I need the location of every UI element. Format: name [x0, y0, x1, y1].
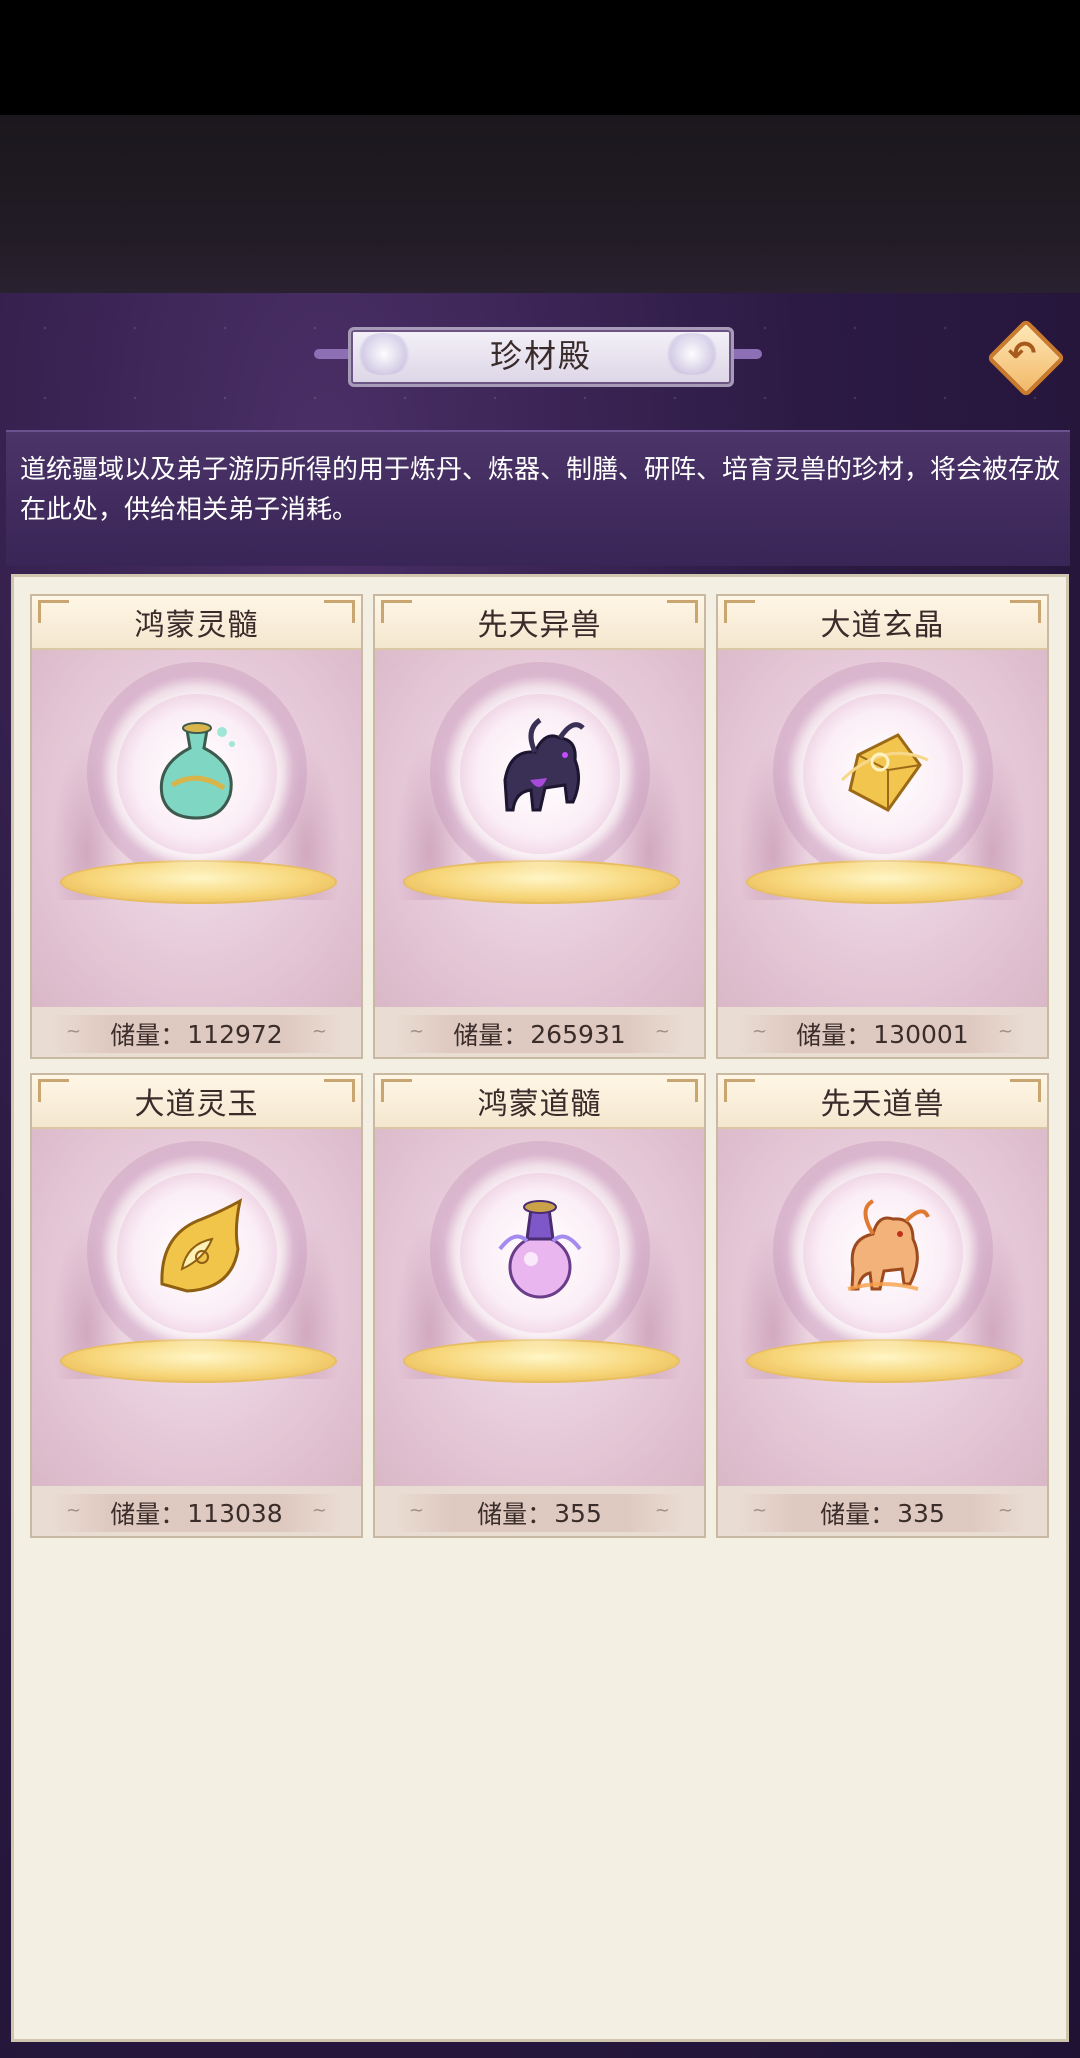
material-name: 先天道兽	[820, 1087, 945, 1122]
shadow-beast-icon	[503, 717, 585, 812]
page-title: 珍材殿	[489, 337, 592, 375]
description-box: 道统疆域以及弟子游历所得的用于炼丹、炼器、制膳、研阵、培育灵兽的珍材，将会被存放…	[6, 430, 1070, 566]
screen: 珍材殿 ↶ 道统疆域以及弟子游历所得的用于炼丹、炼器、制膳、研阵、培育灵兽的珍材…	[0, 0, 1080, 2058]
pedestal-top	[746, 860, 1023, 904]
stock-amount: 113038	[187, 1498, 283, 1528]
stock-amount: 335	[897, 1498, 945, 1528]
material-name: 鸿蒙道髓	[477, 1087, 602, 1122]
card-header: 先天异兽	[375, 596, 704, 650]
stock-display: 储量： 113038	[52, 1494, 341, 1532]
pedestal	[60, 860, 337, 918]
card-header: 大道玄晶	[718, 596, 1047, 650]
pedestal	[403, 860, 680, 918]
top-dark-area	[0, 115, 1080, 394]
card-footer: 储量： 112972 ~ ~	[32, 1007, 361, 1057]
cloud-ornament-icon: ~	[409, 1021, 425, 1042]
pedestal	[746, 860, 1023, 918]
back-button[interactable]: ↶	[986, 318, 1066, 398]
material-name: 先天异兽	[477, 608, 602, 643]
card-header: 先天道兽	[718, 1075, 1047, 1129]
cloud-ornament-icon: ~	[66, 1021, 82, 1042]
cloud-ornament-icon: ~	[311, 1500, 327, 1521]
spirit-essence-vase-icon	[159, 722, 235, 820]
stock-amount: 355	[554, 1498, 602, 1528]
stock-display: 储量： 355	[395, 1494, 684, 1532]
pedestal-top	[403, 860, 680, 904]
cloud-ornament-icon: ~	[654, 1500, 670, 1521]
stock-label: 储量：	[110, 1021, 186, 1050]
back-arrow-icon: ↶	[1007, 334, 1037, 374]
stock-display: 储量： 335	[738, 1494, 1027, 1532]
card-footer: 储量： 113038 ~ ~	[32, 1486, 361, 1536]
card-body	[375, 650, 704, 1007]
material-card[interactable]: 大道灵玉 储量： 113038 ~ ~	[30, 1073, 363, 1538]
material-card[interactable]: 鸿蒙道髓 储量： 355 ~ ~	[373, 1073, 706, 1538]
stock-label: 储量：	[796, 1021, 872, 1050]
flame-beast-icon	[847, 1199, 930, 1291]
stock-display: 储量： 265931	[395, 1015, 684, 1053]
stock-amount: 112972	[187, 1019, 283, 1049]
cloud-ornament-icon: ~	[752, 1500, 768, 1521]
stock-label: 储量：	[453, 1021, 529, 1050]
pedestal-top	[746, 1339, 1023, 1383]
cloud-ornament-icon: ~	[752, 1021, 768, 1042]
cloud-ornament-icon: ~	[66, 1500, 82, 1521]
stock-label: 储量：	[110, 1500, 186, 1529]
card-header: 鸿蒙道髓	[375, 1075, 704, 1129]
cloud-ornament-icon: ~	[409, 1500, 425, 1521]
cloud-ornament-icon: ~	[311, 1021, 327, 1042]
pedestal-top	[60, 860, 337, 904]
pedestal	[60, 1339, 337, 1397]
pedestal-top	[403, 1339, 680, 1383]
card-header: 大道灵玉	[32, 1075, 361, 1129]
card-body	[32, 650, 361, 1007]
material-card[interactable]: 先天异兽 储量： 265931 ~ ~	[373, 594, 706, 1059]
material-card[interactable]: 先天道兽 储量： 335 ~ ~	[716, 1073, 1049, 1538]
description-text: 道统疆域以及弟子游历所得的用于炼丹、炼器、制膳、研阵、培育灵兽的珍材，将会被存放…	[20, 455, 1061, 525]
cloud-ornament-icon: ~	[997, 1021, 1013, 1042]
card-footer: 储量： 335 ~ ~	[718, 1486, 1047, 1536]
stock-label: 储量：	[477, 1500, 553, 1529]
card-footer: 储量： 130001 ~ ~	[718, 1007, 1047, 1057]
pedestal	[403, 1339, 680, 1397]
cloud-ornament-icon: ~	[997, 1500, 1013, 1521]
material-name: 鸿蒙灵髓	[134, 608, 259, 643]
cloud-ornament-icon: ~	[654, 1021, 670, 1042]
golden-jade-icon	[160, 1198, 243, 1293]
material-name: 大道玄晶	[820, 608, 945, 643]
material-card[interactable]: 大道玄晶 储量： 130001 ~ ~	[716, 594, 1049, 1059]
materials-panel: 鸿蒙灵髓 储量： 112972 ~ ~ 先天异兽 储量： 265931 ~ ~ …	[11, 574, 1069, 2042]
card-body	[32, 1129, 361, 1486]
card-footer: 储量： 355 ~ ~	[375, 1486, 704, 1536]
card-header: 鸿蒙灵髓	[32, 596, 361, 650]
card-body	[718, 1129, 1047, 1486]
golden-crystal-icon	[840, 733, 929, 812]
pedestal-top	[60, 1339, 337, 1383]
title-banner: 珍材殿	[314, 323, 762, 387]
stock-display: 储量： 130001	[738, 1015, 1027, 1053]
stock-amount: 130001	[873, 1019, 969, 1049]
stock-display: 储量： 112972	[52, 1015, 341, 1053]
card-body	[718, 650, 1047, 1007]
card-footer: 储量： 265931 ~ ~	[375, 1007, 704, 1057]
stock-amount: 265931	[530, 1019, 626, 1049]
stock-label: 储量：	[820, 1500, 896, 1529]
material-card[interactable]: 鸿蒙灵髓 储量： 112972 ~ ~	[30, 594, 363, 1059]
card-body	[375, 1129, 704, 1486]
top-bar	[0, 0, 1080, 115]
material-name: 大道灵玉	[134, 1087, 259, 1122]
pedestal	[746, 1339, 1023, 1397]
orb-vase-icon	[498, 1200, 582, 1299]
